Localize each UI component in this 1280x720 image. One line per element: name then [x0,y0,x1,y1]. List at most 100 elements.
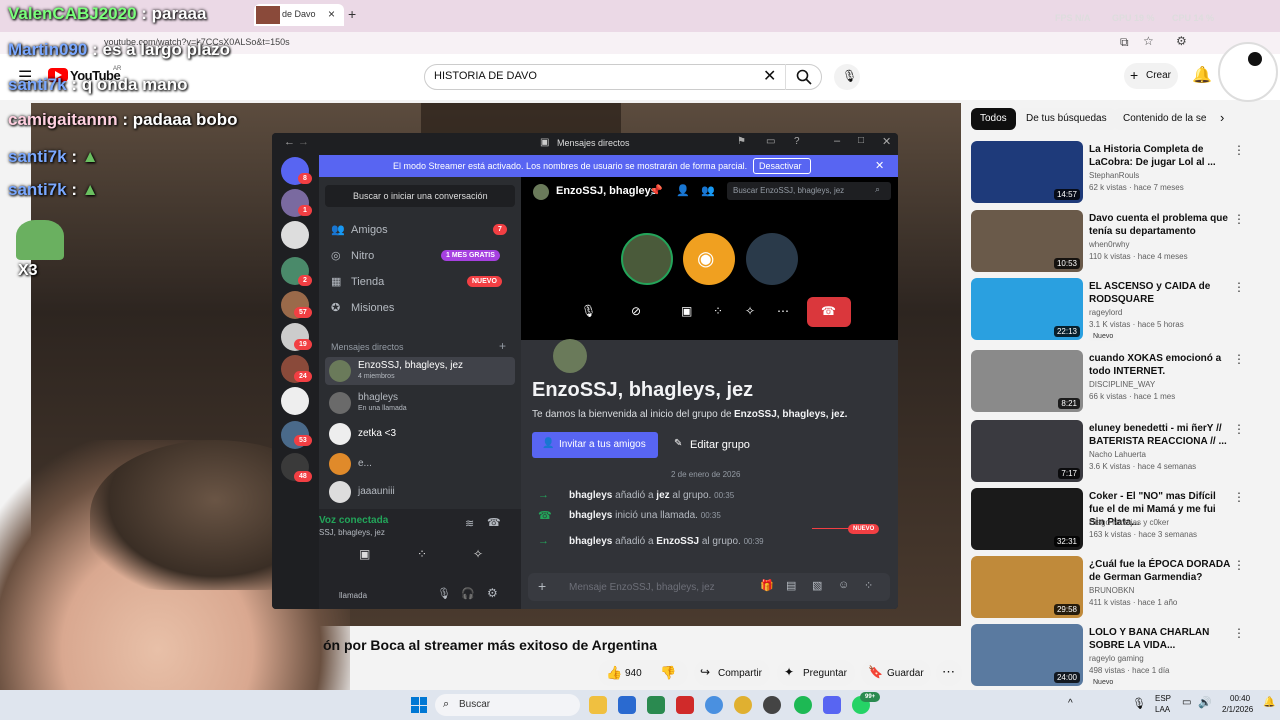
back-arrow-icon[interactable]: ← [284,136,295,148]
recommendation-title[interactable]: LOLO Y BANA CHARLAN SOBRE LA VIDA... [1089,626,1231,652]
dislike-icon[interactable]: 👎 [660,665,676,681]
recommendation-title[interactable]: La Historia Completa de LaCobra: De juga… [1089,143,1231,169]
more-options-icon[interactable]: ⋮ [1233,212,1245,226]
notifications-bell-icon[interactable]: 🔔 [1192,65,1212,85]
recommendation-channel[interactable]: rageylord [1089,308,1122,317]
video-thumbnail[interactable]: 24:00 [971,624,1083,686]
ask-button[interactable]: ✦ Preguntar [777,660,855,686]
recommendation-item[interactable]: 8:21 cuando XOKAS emocionó a todo INTERNE… [971,350,1271,414]
recommendation-channel[interactable]: Nacho Lahuerta [1089,450,1146,459]
help-icon[interactable]: ? [794,136,800,147]
recommendation-title[interactable]: eluney benedetti - mi ñerY // BATERISTA … [1089,422,1231,448]
gif-icon[interactable]: ▤ [786,579,796,592]
forward-arrow-icon[interactable]: → [298,136,309,148]
members-icon[interactable]: 👥 [701,184,715,197]
share-button[interactable]: ↪ Compartir [694,660,770,686]
conversation-search[interactable]: Buscar o iniciar una conversación [325,185,515,207]
recommendation-title[interactable]: EL ASCENSO y CAIDA de RODSQUARE [1089,280,1231,306]
video-thumbnail[interactable]: 8:21 [971,350,1083,412]
recommendation-channel[interactable]: BRUNOBKN [1089,586,1134,595]
recommendation-title[interactable]: Davo cuenta el problema que tenía su dep… [1089,212,1231,238]
dm-item[interactable]: EnzoSSJ, bhagleys, jez 4 miembros [325,357,515,385]
more-options-icon[interactable]: ⋮ [1233,558,1245,572]
participant-avatar[interactable] [746,233,798,285]
start-icon[interactable] [411,697,427,713]
install-icon[interactable]: ⧉ [1120,35,1129,50]
maximize-icon[interactable]: □ [858,135,864,146]
language-indicator[interactable]: ESP [1155,694,1171,703]
edit-group-button[interactable]: ✎ Editar grupo [666,432,756,458]
dm-item[interactable]: e... [325,451,515,477]
invite-friends-button[interactable]: 👤 Invitar a tus amigos [532,432,658,458]
attach-plus-icon[interactable]: + [538,578,546,594]
dm-item[interactable]: bhagleys En una llamada [325,389,515,417]
new-dm-icon[interactable]: + [499,339,506,353]
microphone-icon[interactable]: 🎙 [581,304,596,318]
more-options-icon[interactable]: ⋮ [1233,352,1245,366]
window-close-icon[interactable]: ✕ [882,135,891,148]
more-options-icon[interactable]: ⋮ [1233,280,1245,294]
like-icon[interactable]: 👍 [606,665,622,681]
nav-friends[interactable]: 👥 Amigos 7 [325,219,515,241]
recommendation-item[interactable]: 10:53 Davo cuenta el problema que tenía s… [971,210,1271,274]
chrome-icon[interactable] [705,696,723,714]
activities-icon[interactable]: ⁘ [713,304,723,318]
dm-item[interactable]: jaaauniii [325,479,515,505]
more-actions-button[interactable]: ⋯ [936,660,962,686]
banner-close-icon[interactable]: ✕ [875,159,884,172]
app-icon[interactable] [647,696,665,714]
hang-up-button[interactable]: ☎ [807,297,851,327]
disconnect-icon[interactable]: ☎ [487,516,501,529]
gift-icon[interactable]: 🎁 [760,579,774,592]
group-search-input[interactable]: Buscar EnzoSSJ, bhagleys, jez ⌕ [727,182,891,200]
clock-date[interactable]: 2/1/2026 [1222,705,1253,714]
clock-time[interactable]: 00:40 [1230,694,1250,703]
participant-avatar[interactable] [621,233,673,285]
clear-search-icon[interactable]: ✕ [763,66,776,86]
notifications-icon[interactable]: 🔔 [1263,697,1275,708]
camera-icon[interactable]: ▣ [359,547,370,561]
more-options-icon[interactable]: ⋮ [1233,626,1245,640]
activities-icon[interactable]: ⁘ [417,547,427,561]
more-options-icon[interactable]: ⋮ [1233,490,1245,504]
recommendation-item[interactable]: 32:31 Coker - El "NO" mas Difícil fue el … [971,488,1271,552]
save-button[interactable]: 🔖 Guardar [861,660,931,686]
nav-shop[interactable]: ▦ Tienda NUEVO [325,271,515,293]
microphone-tray-icon[interactable]: 🎙 [1132,697,1146,710]
video-thumbnail[interactable]: 14:57 [971,141,1083,203]
recommendation-channel[interactable]: Diego Navajas y c0ker [1089,518,1169,527]
recommendation-item[interactable]: 7:17 eluney benedetti - mi ñerY // BATERI… [971,420,1271,484]
settings-gear-icon[interactable]: ⚙ [487,586,498,600]
chip-content[interactable]: Contenido de la ser [1114,108,1206,130]
chip-searches[interactable]: De tus búsquedas [1017,108,1116,130]
apps-icon[interactable]: ⁘ [864,579,873,592]
server-icon[interactable] [281,387,309,415]
voice-search-button[interactable]: 🎙 [834,64,860,90]
video-thumbnail[interactable]: 32:31 [971,488,1083,550]
tray-chevron-icon[interactable]: ^ [1068,698,1073,709]
new-tab-icon[interactable]: + [348,6,356,22]
nav-nitro[interactable]: ◎ Nitro 1 MES GRATIS [325,245,515,267]
participant-avatar[interactable]: ◉ [683,233,735,285]
search-button[interactable] [785,64,822,90]
store-icon[interactable] [618,696,636,714]
more-options-icon[interactable]: ⋮ [1233,143,1245,157]
browser-tab[interactable]: de Davo × [254,4,344,26]
obs-icon[interactable] [763,696,781,714]
video-thumbnail[interactable]: 29:58 [971,556,1083,618]
microphone-icon[interactable]: 🎙 [437,587,451,600]
camera-off-icon[interactable]: ⊘ [631,304,641,318]
recommendation-channel[interactable]: StephanRouls [1089,171,1139,180]
dm-item[interactable]: zetka <3 [325,421,515,447]
noise-suppression-icon[interactable]: ≋ [465,517,474,530]
bookmark-star-icon[interactable]: ☆ [1143,34,1154,48]
recommendation-item[interactable]: 24:00 LOLO Y BANA CHARLAN SOBRE LA VIDA..… [971,624,1271,688]
recommendation-item[interactable]: 14:57 La Historia Completa de LaCobra: De… [971,141,1271,205]
profile-avatar[interactable] [1218,42,1278,102]
minimize-icon[interactable]: – [834,135,840,147]
more-icon[interactable]: ⋯ [777,304,789,318]
recommendation-channel[interactable]: DISCIPLINE_WAY [1089,380,1155,389]
recommendation-title[interactable]: cuando XOKAS emocionó a todo INTERNET. [1089,352,1231,378]
add-friend-icon[interactable]: 👤 [676,184,690,197]
extensions-icon[interactable]: ⚙ [1176,34,1187,48]
